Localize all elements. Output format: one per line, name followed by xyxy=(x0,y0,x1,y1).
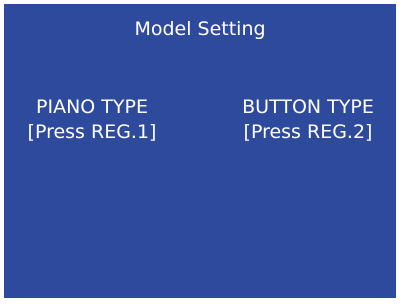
option-hint: [Press REG.1] xyxy=(27,121,157,143)
option-hint: [Press REG.2] xyxy=(243,121,373,143)
model-setting-screen: Model Setting PIANO TYPE [Press REG.1] B… xyxy=(4,4,396,298)
option-label: BUTTON TYPE xyxy=(242,96,374,118)
option-piano-type[interactable]: PIANO TYPE [Press REG.1] xyxy=(23,95,161,145)
option-label: PIANO TYPE xyxy=(36,96,148,118)
option-button-type[interactable]: BUTTON TYPE [Press REG.2] xyxy=(223,95,393,145)
screen-title: Model Setting xyxy=(134,18,266,40)
